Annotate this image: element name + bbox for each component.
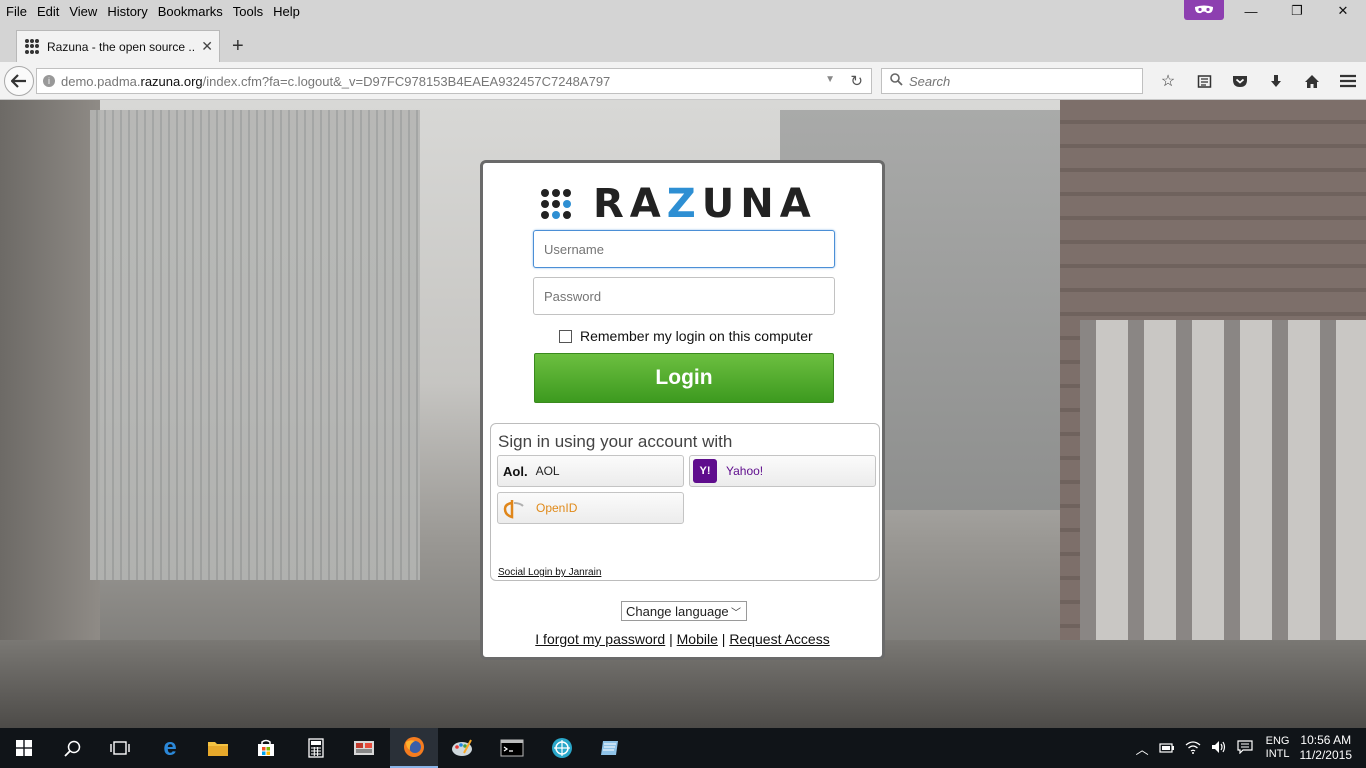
site-info-icon[interactable]: i xyxy=(43,75,55,87)
back-button[interactable] xyxy=(4,66,34,96)
system-tray: ︿ ENG INTL 10:56 AM 11/2/2015 xyxy=(1131,728,1366,768)
username-input[interactable] xyxy=(533,230,835,268)
store-icon[interactable] xyxy=(242,728,290,768)
menu-bookmarks[interactable]: Bookmarks xyxy=(154,4,227,19)
menu-edit[interactable]: Edit xyxy=(33,4,63,19)
janrain-link[interactable]: Social Login by Janrain xyxy=(498,567,601,578)
forgot-password-link[interactable]: I forgot my password xyxy=(535,631,665,647)
notes-app-icon[interactable] xyxy=(586,728,634,768)
restore-button[interactable]: ❐ xyxy=(1274,0,1320,22)
yahoo-label: Yahoo! xyxy=(726,464,764,478)
command-prompt-icon[interactable] xyxy=(488,728,536,768)
power-battery-icon[interactable] xyxy=(1159,741,1175,756)
search-icon xyxy=(890,73,903,89)
menu-help[interactable]: Help xyxy=(269,4,304,19)
openid-login-button[interactable]: OpenID xyxy=(497,492,684,524)
yahoo-icon: Y! xyxy=(693,459,717,483)
close-window-button[interactable]: ✕ xyxy=(1320,0,1366,22)
pocket-icon[interactable] xyxy=(1222,70,1258,92)
search-bar[interactable] xyxy=(881,68,1143,94)
menu-history[interactable]: History xyxy=(103,4,151,19)
razuna-logo-dots-icon xyxy=(541,189,571,219)
login-button[interactable]: Login xyxy=(534,353,834,403)
remember-login-label: Remember my login on this computer xyxy=(580,328,813,344)
window-controls: — ❐ ✕ xyxy=(1228,0,1366,22)
search-input[interactable] xyxy=(909,73,1129,89)
edge-browser-icon[interactable]: e xyxy=(146,728,194,768)
change-language-value: Change language xyxy=(626,603,729,619)
link-separator: | xyxy=(669,631,673,647)
password-input[interactable] xyxy=(533,277,835,315)
url-text[interactable]: demo.padma.razuna.org/index.cfm?fa=c.log… xyxy=(61,74,610,89)
openid-label: OpenID xyxy=(536,501,578,515)
social-login-title: Sign in using your account with xyxy=(498,432,733,451)
wifi-network-icon[interactable] xyxy=(1185,740,1201,757)
menu-file[interactable]: File xyxy=(2,4,31,19)
downloads-icon[interactable] xyxy=(1258,70,1294,92)
openid-icon xyxy=(501,495,527,521)
chevron-down-icon: ﹀ xyxy=(731,608,741,619)
aol-login-button[interactable]: Aol. AOL xyxy=(497,455,684,487)
razuna-favicon-icon xyxy=(25,38,41,55)
request-access-link[interactable]: Request Access xyxy=(729,631,829,647)
social-login-panel: Sign in using your account with Aol. AOL… xyxy=(490,423,880,581)
url-bar[interactable]: i demo.padma.razuna.org/index.cfm?fa=c.l… xyxy=(36,68,872,94)
windows-taskbar: e ︿ ENG INTL 10:56 AM 11/2/2015 xyxy=(0,728,1366,768)
network-app-icon[interactable] xyxy=(538,728,586,768)
navigation-bar: i demo.padma.razuna.org/index.cfm?fa=c.l… xyxy=(0,62,1366,100)
menu-view[interactable]: View xyxy=(65,4,101,19)
aol-icon: Aol. xyxy=(503,463,528,479)
hamburger-menu-icon[interactable] xyxy=(1330,70,1366,92)
clock-date: 11/2/2015 xyxy=(1299,748,1353,762)
link-separator: | xyxy=(721,631,726,647)
firefox-icon[interactable] xyxy=(390,728,438,768)
page-background-photo: RAZUNA Remember my login on this compute… xyxy=(0,100,1366,728)
keyboard-layout: INTL xyxy=(1265,748,1290,760)
photos-app-icon[interactable] xyxy=(340,728,388,768)
start-windows-icon[interactable] xyxy=(0,728,48,768)
language-code: ENG xyxy=(1265,735,1290,747)
system-clock[interactable]: 10:56 AM 11/2/2015 xyxy=(1300,733,1353,763)
clock-time: 10:56 AM xyxy=(1300,733,1352,747)
background-office-tower xyxy=(90,110,420,580)
url-history-dropdown-icon[interactable]: ▼ xyxy=(825,74,835,85)
razuna-logo: RAZUNA xyxy=(541,181,817,227)
minimize-button[interactable]: — xyxy=(1228,0,1274,22)
action-center-notification-icon[interactable] xyxy=(1237,739,1253,757)
tab-title: Razuna - the open source ... xyxy=(47,39,195,54)
input-language-indicator[interactable]: ENG INTL xyxy=(1266,735,1290,761)
razuna-wordmark: RAZUNA xyxy=(593,181,817,227)
back-arrow-icon xyxy=(11,74,26,88)
tab-razuna[interactable]: Razuna - the open source ... ✕ xyxy=(16,30,220,62)
menu-tools[interactable]: Tools xyxy=(229,4,267,19)
private-browsing-mask-icon xyxy=(1184,0,1224,20)
calculator-icon[interactable] xyxy=(292,728,340,768)
tab-close-icon[interactable]: ✕ xyxy=(201,38,213,55)
reload-icon[interactable]: ↻ xyxy=(850,72,863,90)
volume-speaker-icon[interactable] xyxy=(1211,740,1227,757)
reading-list-icon[interactable] xyxy=(1186,70,1222,92)
file-explorer-icon[interactable] xyxy=(194,728,242,768)
home-icon[interactable] xyxy=(1294,70,1330,92)
tab-strip: Razuna - the open source ... ✕ + xyxy=(0,22,1366,62)
aol-label: AOL xyxy=(535,464,560,478)
menu-bar: File Edit View History Bookmarks Tools H… xyxy=(0,0,1366,22)
task-view-icon[interactable] xyxy=(96,728,144,768)
show-hidden-icons-chevron-up-icon[interactable]: ︿ xyxy=(1136,739,1149,758)
mobile-link[interactable]: Mobile xyxy=(677,631,718,647)
login-panel: RAZUNA Remember my login on this compute… xyxy=(480,160,885,660)
footer-links: I forgot my password | Mobile | Request … xyxy=(483,631,882,647)
change-language-select[interactable]: Change language ﹀ xyxy=(621,601,747,621)
background-building-left xyxy=(0,100,100,728)
yahoo-login-button[interactable]: Y! Yahoo! xyxy=(689,455,876,487)
toolbar-icons: ☆ xyxy=(1150,70,1366,92)
bookmark-star-icon[interactable]: ☆ xyxy=(1150,70,1186,92)
remember-login-row[interactable]: Remember my login on this computer xyxy=(559,328,813,344)
cortana-search-icon[interactable] xyxy=(48,728,96,768)
remember-login-checkbox[interactable] xyxy=(559,329,572,343)
paint-app-icon[interactable] xyxy=(438,728,486,768)
new-tab-button[interactable]: + xyxy=(232,36,244,56)
